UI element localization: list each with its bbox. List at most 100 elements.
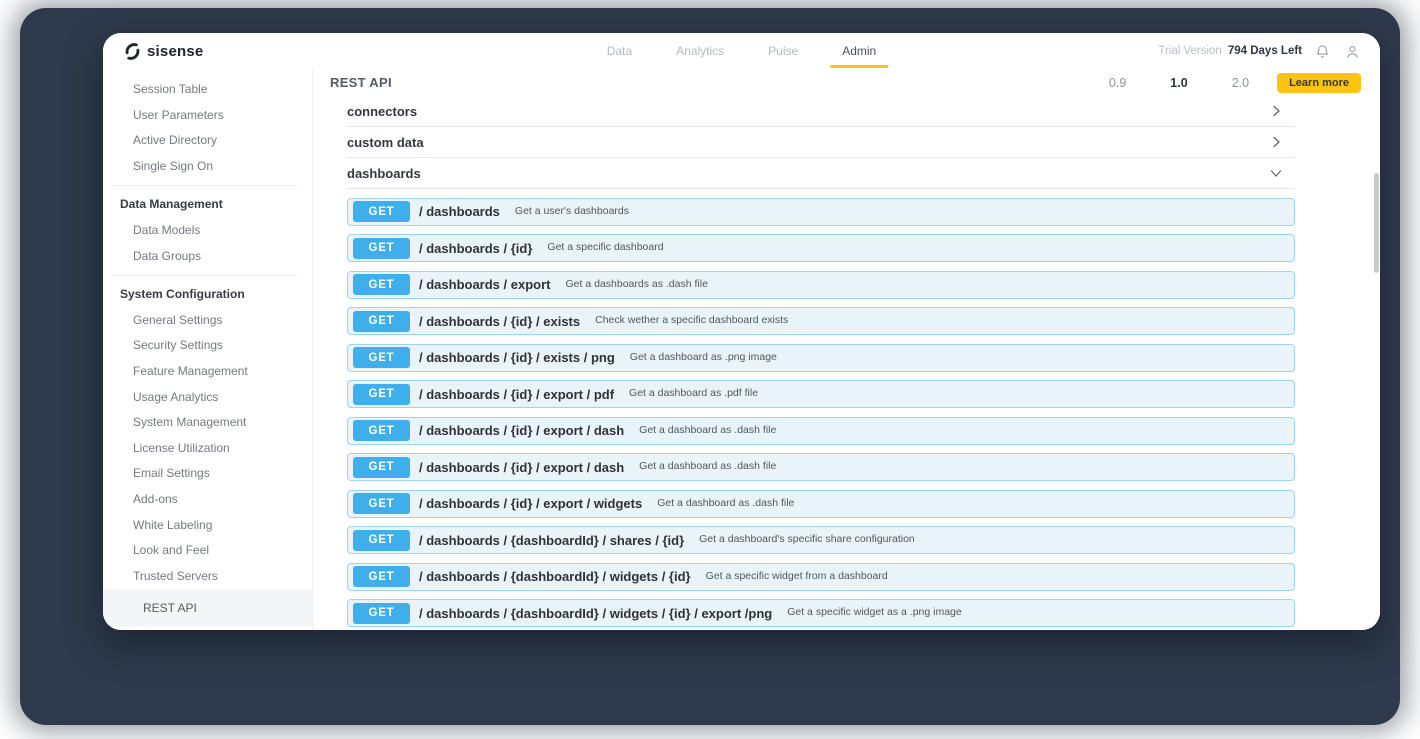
- brand-name: sisense: [147, 42, 204, 60]
- endpoint-path: / dashboards / {id} / export / pdf: [419, 386, 615, 402]
- sidebar-group-header: Data Management: [120, 197, 223, 212]
- sidebar-item[interactable]: Feature Management: [103, 359, 312, 385]
- api-endpoint-row[interactable]: GET / dashboards / {dashboardId} / widge…: [347, 599, 1295, 627]
- endpoint-path: / dashboards / {id} / export / dash: [419, 423, 625, 438]
- endpoint-description: Get a user's dashboards: [514, 204, 629, 217]
- chevron-down-icon: [1269, 166, 1283, 180]
- page-title: REST API: [330, 75, 392, 90]
- app-window: sisense Data Analytics Pulse Admin Trial…: [103, 33, 1380, 630]
- sidebar-item[interactable]: License Utilization: [103, 436, 312, 462]
- api-endpoint-row[interactable]: GET / dashboards / export Get a dashboar…: [347, 270, 1295, 299]
- api-endpoint-row[interactable]: GET / dashboards / {id} Get a specific d…: [347, 234, 1295, 262]
- http-method-badge: GET: [353, 566, 410, 587]
- chevron-right-icon: [1269, 104, 1283, 118]
- api-section-label: dashboards: [347, 165, 421, 181]
- top-bar: sisense Data Analytics Pulse Admin Trial…: [103, 33, 1380, 69]
- endpoint-description: Get a specific dashboard: [547, 241, 664, 253]
- topnav-item[interactable]: Admin: [830, 44, 889, 68]
- endpoint-description: Get a dashboard as .pdf file: [629, 387, 759, 399]
- api-section-label: custom data: [347, 134, 424, 150]
- api-section-list: connectors custom data dashboards: [347, 96, 1295, 189]
- http-method-badge: GET: [353, 529, 410, 551]
- api-version-tabs: 0.9 1.0 2.0: [1109, 76, 1249, 90]
- api-endpoint-row[interactable]: GET / dashboards / {id} / export / widge…: [347, 489, 1295, 518]
- http-method-badge: GET: [353, 420, 410, 441]
- endpoint-description: Get a dashboard as .dash file: [639, 460, 777, 472]
- sidebar-divider: [111, 275, 297, 277]
- sidebar-item-rest-api[interactable]: REST API: [103, 589, 312, 628]
- topnav-item[interactable]: Pulse: [766, 44, 800, 58]
- api-section-label: connectors: [347, 103, 418, 119]
- endpoint-description: Get a dashboard as .dash file: [657, 496, 795, 509]
- version-tab[interactable]: 0.9: [1109, 76, 1126, 90]
- sidebar-item[interactable]: Data Groups: [103, 244, 312, 270]
- api-section-row[interactable]: connectors: [347, 96, 1295, 127]
- version-tab[interactable]: 2.0: [1232, 76, 1249, 90]
- endpoint-path: / dashboards / {dashboardId} / widgets /…: [419, 569, 691, 584]
- endpoint-description: Get a specific widget from a dashboard: [705, 569, 888, 582]
- sidebar-item[interactable]: Look and Feel: [103, 538, 312, 564]
- http-method-badge: GET: [353, 310, 410, 332]
- endpoint-path: / dashboards / {id}: [419, 240, 533, 256]
- sidebar-item[interactable]: General Settings: [103, 308, 312, 334]
- sidebar-item[interactable]: Security Settings: [103, 333, 312, 359]
- sidebar-item[interactable]: Email Settings: [103, 461, 312, 487]
- endpoint-path: / dashboards / {dashboardId} / widgets /…: [419, 605, 773, 621]
- topnav-item[interactable]: Data: [605, 44, 634, 58]
- sidebar-item[interactable]: White Labeling: [103, 513, 312, 539]
- notifications-bell-icon[interactable]: [1312, 41, 1332, 61]
- trial-days-left: 794 Days Left: [1227, 45, 1302, 57]
- learn-more-button[interactable]: Learn more: [1277, 72, 1361, 93]
- http-method-badge: GET: [353, 274, 410, 295]
- http-method-badge: GET: [353, 493, 410, 514]
- sidebar-item[interactable]: Data Models: [103, 218, 312, 244]
- api-endpoint-row[interactable]: GET / dashboards / {id} / export / dash …: [347, 453, 1295, 481]
- page-header: REST API 0.9 1.0 2.0 Learn more: [313, 69, 1380, 97]
- endpoint-path: / dashboards / {id} / export / widgets: [419, 496, 643, 511]
- chevron-right-icon: [1269, 135, 1283, 149]
- http-method-badge: GET: [353, 201, 410, 222]
- api-endpoint-row[interactable]: GET / dashboards / {id} / export / dash …: [347, 416, 1295, 445]
- api-endpoint-row[interactable]: GET / dashboards / {id} / exists / png G…: [347, 343, 1295, 372]
- sidebar-item[interactable]: Session Table: [103, 77, 312, 103]
- sidebar-item[interactable]: System Management: [103, 410, 312, 436]
- version-tab[interactable]: 1.0: [1170, 76, 1187, 90]
- endpoint-description: Get a dashboard as .dash file: [639, 423, 777, 436]
- topnav-item[interactable]: Analytics: [674, 44, 726, 58]
- sidebar: Session Table User Parameters Active Direc…: [103, 69, 313, 630]
- endpoint-description: Get a dashboard as .png image: [629, 350, 777, 363]
- endpoint-description: Get a specific widget as a .png image: [787, 606, 962, 618]
- endpoint-path: / dashboards / {id} / exists: [419, 313, 581, 329]
- brand-logo[interactable]: sisense: [123, 33, 203, 69]
- http-method-badge: GET: [353, 602, 410, 624]
- endpoint-path: / dashboards / export: [419, 277, 551, 292]
- api-endpoint-row[interactable]: GET / dashboards Get a user's dashboards: [347, 197, 1295, 226]
- endpoint-path: / dashboards: [419, 204, 500, 219]
- sidebar-item[interactable]: User Parameters: [103, 103, 312, 129]
- api-endpoint-row[interactable]: GET / dashboards / {dashboardId} / widge…: [347, 562, 1295, 591]
- sidebar-item[interactable]: Single Sign On: [103, 154, 312, 180]
- sidebar-item[interactable]: Add-ons: [103, 487, 312, 513]
- sidebar-item[interactable]: Trusted Servers: [103, 564, 312, 590]
- api-section-row[interactable]: custom data: [347, 127, 1295, 158]
- top-right-area: Trial Version 794 Days Left: [1158, 33, 1362, 69]
- http-method-badge: GET: [353, 237, 410, 259]
- endpoint-path: / dashboards / {id} / export / dash: [419, 459, 625, 475]
- endpoint-path: / dashboards / {id} / exists / png: [419, 350, 615, 365]
- trial-version-label: Trial Version: [1158, 45, 1222, 57]
- sidebar-item[interactable]: Active Directory: [103, 128, 312, 154]
- sidebar-divider: [111, 185, 297, 187]
- api-endpoint-row[interactable]: GET / dashboards / {id} / export / pdf G…: [347, 380, 1295, 408]
- api-section-row[interactable]: dashboards: [347, 158, 1295, 189]
- api-content: connectors custom data dashboards GET / …: [313, 96, 1380, 630]
- sisense-logo-icon: [123, 42, 142, 61]
- endpoint-description: Check wether a specific dashboard exists: [595, 314, 789, 326]
- http-method-badge: GET: [353, 456, 410, 478]
- api-endpoint-row[interactable]: GET / dashboards / {id} / exists Check w…: [347, 307, 1295, 335]
- endpoint-description: Get a dashboards as .dash file: [565, 277, 708, 290]
- sidebar-item[interactable]: Usage Analytics: [103, 385, 312, 411]
- api-endpoint-row[interactable]: GET / dashboards / {dashboardId} / share…: [347, 526, 1295, 554]
- endpoint-description: Get a dashboard's specific share configu…: [699, 533, 915, 545]
- user-account-icon[interactable]: [1342, 41, 1362, 61]
- scrollbar-thumb[interactable]: [1374, 173, 1379, 273]
